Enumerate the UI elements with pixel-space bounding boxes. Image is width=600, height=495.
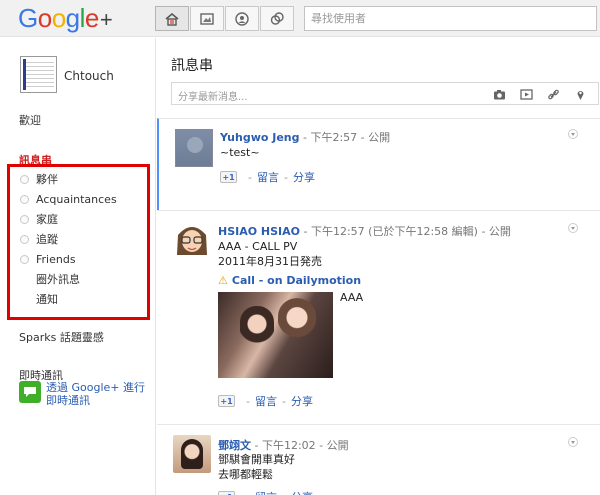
app: Google+ Chtouch 歡迎 訊息串 夥伴 Acquaintance [0, 0, 600, 495]
post-text: 2011年8月31日発売 [218, 255, 322, 268]
profile-tab[interactable] [225, 6, 259, 31]
author-name[interactable]: Yuhgwo Jeng [220, 131, 300, 144]
share-placeholder: 分享最新消息... [178, 92, 248, 103]
circle-label: 夥伴 [36, 173, 58, 186]
post-header: HSIAO HSIAO - 下午12:57 (已於下午12:58 編輯) - 公… [218, 223, 511, 239]
sidebar-item-welcome[interactable]: 歡迎 [19, 112, 41, 128]
post-card: Yuhgwo Jeng - 下午2:57 - 公開 ~test~ +1 - 留言 … [157, 118, 600, 210]
location-icon[interactable] [572, 87, 588, 101]
radio-icon [20, 214, 29, 224]
circle-item-notifications[interactable]: 通知 [20, 289, 117, 309]
avatar-image [23, 59, 54, 90]
post-menu-icon[interactable] [568, 437, 578, 447]
radio-icon [20, 174, 29, 184]
home-icon [165, 12, 179, 26]
share-link[interactable]: 分享 [291, 393, 313, 409]
profile-icon [235, 11, 249, 26]
post-text: 去哪都輕鬆 [218, 468, 273, 481]
post-text: AAA - CALL PV [218, 240, 298, 253]
circle-item-partners[interactable]: 夥伴 [20, 169, 117, 189]
chat-link-text: 透過 Google+ 進行 即時通訊 [46, 381, 145, 407]
post-meta: - 下午12:57 (已於下午12:58 編輯) - 公開 [300, 225, 511, 238]
link-icon[interactable] [545, 87, 561, 101]
comment-link[interactable]: 留言 [255, 489, 277, 495]
google-plus-logo[interactable]: Google+ [18, 3, 113, 34]
post-body: ~test~ [220, 145, 260, 160]
post-meta: - 下午2:57 - 公開 [299, 131, 391, 144]
post-actions: +1 -留言 -分享 [218, 489, 313, 495]
chat-bubble-icon [19, 381, 41, 403]
post-actions: +1 -留言 -分享 [218, 393, 313, 409]
circle-item-following[interactable]: 追蹤 [20, 229, 117, 249]
circle-list: 夥伴 Acquaintances 家庭 追蹤 Friends 圈外訊息 通知 [20, 169, 117, 309]
share-link[interactable]: 分享 [293, 169, 315, 185]
author-avatar[interactable] [173, 435, 211, 473]
circle-label: Friends [36, 252, 76, 266]
video-icon[interactable] [518, 87, 534, 101]
post-card: HSIAO HSIAO - 下午12:57 (已於下午12:58 編輯) - 公… [157, 210, 600, 424]
attachment-title: Call - on Dailymotion [231, 274, 362, 287]
plus-one-button[interactable]: +1 [220, 171, 237, 183]
stream-feed: Yuhgwo Jeng - 下午2:57 - 公開 ~test~ +1 - 留言 … [157, 118, 600, 495]
video-caption: AAA [340, 291, 364, 304]
photos-tab[interactable] [190, 6, 224, 31]
share-input[interactable]: 分享最新消息... [171, 82, 599, 105]
main-content: 訊息串 分享最新消息... Yuhgwo Jeng - 下午2:57 - 公開 … [157, 38, 600, 495]
chat-link[interactable]: 透過 Google+ 進行 即時通訊 [19, 381, 145, 407]
plus-one-button[interactable]: +1 [218, 491, 235, 495]
post-header: 鄧翊文 - 下午12:02 - 公開 [218, 437, 349, 453]
chat-link-line1: 透過 Google+ 進行 [46, 381, 145, 394]
camera-icon[interactable] [491, 87, 507, 101]
photos-icon [200, 12, 214, 25]
plus-one-button[interactable]: +1 [218, 395, 235, 407]
logo-plus: + [99, 7, 113, 32]
share-link[interactable]: 分享 [291, 489, 313, 495]
author-name[interactable]: HSIAO HSIAO [218, 225, 300, 238]
circle-label: 家庭 [36, 213, 58, 226]
warning-icon: ⚠ [218, 274, 228, 287]
post-menu-icon[interactable] [568, 223, 578, 233]
circle-label: 追蹤 [36, 233, 58, 246]
profile-name[interactable]: Chtouch [64, 69, 114, 83]
circles-tab[interactable] [260, 6, 294, 31]
post-meta: - 下午12:02 - 公開 [251, 439, 349, 452]
post-body: AAA - CALL PV 2011年8月31日発売 [218, 239, 322, 269]
profile-avatar[interactable] [20, 56, 57, 93]
chat-link-line2: 即時通訊 [46, 394, 90, 407]
comment-link[interactable]: 留言 [257, 169, 279, 185]
post-body: 鄧騏會開車真好 去哪都輕鬆 [218, 452, 295, 482]
cartoon-avatar-icon [177, 227, 207, 255]
post-text: 鄧騏會開車真好 [218, 453, 295, 466]
attachment-link[interactable]: ⚠ Call - on Dailymotion [218, 274, 361, 287]
post-card: 鄧翊文 - 下午12:02 - 公開 鄧騏會開車真好 去哪都輕鬆 +1 -留言 … [157, 424, 600, 495]
comment-link[interactable]: 留言 [255, 393, 277, 409]
radio-icon [20, 234, 29, 244]
sidebar: Chtouch 歡迎 訊息串 夥伴 Acquaintances 家庭 追蹤 Fr… [0, 38, 156, 495]
radio-icon [20, 194, 29, 204]
post-text: ~test~ [220, 146, 260, 159]
page-title: 訊息串 [171, 58, 213, 74]
video-thumbnail[interactable] [218, 292, 333, 378]
top-bar: Google+ [0, 0, 600, 37]
circle-item-incoming[interactable]: 圈外訊息 [20, 269, 117, 289]
home-tab[interactable] [155, 6, 189, 31]
circle-item-friends[interactable]: Friends [20, 249, 117, 269]
post-header: Yuhgwo Jeng - 下午2:57 - 公開 [220, 129, 390, 145]
radio-icon [20, 254, 29, 264]
share-icons [480, 87, 588, 101]
circle-item-acquaintances[interactable]: Acquaintances [20, 189, 117, 209]
post-actions: +1 -留言 -分享 [220, 169, 315, 185]
circle-label: 通知 [36, 293, 58, 306]
circles-icon [270, 11, 284, 25]
author-avatar[interactable] [175, 129, 213, 167]
circle-label: 圈外訊息 [36, 273, 80, 286]
circle-item-family[interactable]: 家庭 [20, 209, 117, 229]
circle-label: Acquaintances [36, 192, 117, 206]
post-menu-icon[interactable] [568, 129, 578, 139]
author-avatar[interactable] [173, 221, 211, 259]
search-input[interactable] [304, 6, 597, 31]
sidebar-item-sparks[interactable]: Sparks 話題靈感 [19, 329, 104, 345]
nav-tabs [155, 6, 295, 31]
author-name[interactable]: 鄧翊文 [218, 439, 251, 452]
